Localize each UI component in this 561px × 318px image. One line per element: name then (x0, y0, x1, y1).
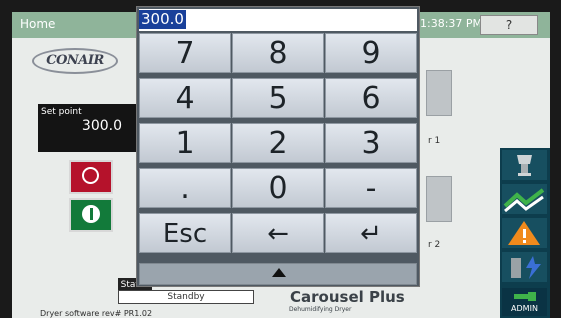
numeric-keypad: 300.0 7 8 9 4 5 6 1 2 3 . 0 - Esc ← ↵ (136, 6, 420, 287)
dryer-bed-1-label: r 1 (428, 136, 441, 146)
trend-button[interactable] (502, 184, 547, 214)
enter-button[interactable]: ↵ (325, 213, 417, 253)
product-subtitle: Dehumidifying Dryer (289, 306, 352, 313)
dryer-bed-2-icon (426, 176, 452, 222)
trend-icon (503, 188, 545, 213)
warning-icon (508, 221, 540, 245)
keypad-toggle-bar[interactable] (139, 263, 417, 285)
chevron-up-icon (272, 268, 286, 277)
maintenance-button[interactable] (502, 252, 547, 282)
backspace-button[interactable]: ← (232, 213, 324, 253)
escape-button[interactable]: Esc (139, 213, 231, 253)
keypad-display-value: 300.0 (139, 10, 186, 29)
key-3[interactable]: 3 (325, 123, 417, 163)
stop-icon (82, 167, 99, 184)
product-name: Carousel Plus (290, 288, 405, 306)
key-1[interactable]: 1 (139, 123, 231, 163)
setpoint-label: Set point (41, 107, 82, 117)
key-5[interactable]: 5 (232, 78, 324, 118)
dryer-bed-1-icon (426, 70, 452, 116)
hopper-button[interactable] (502, 150, 547, 180)
key-9[interactable]: 9 (325, 33, 417, 73)
start-icon-bar (90, 208, 93, 220)
right-sidebar: ADMIN (500, 148, 550, 318)
stop-button[interactable] (69, 160, 113, 194)
clock: 1:38:37 PM (420, 17, 483, 30)
maintenance-icon (511, 256, 541, 279)
admin-button[interactable]: ADMIN (502, 288, 547, 316)
setpoint-value: 300.0 (81, 118, 122, 134)
company-logo: CONAIR (32, 48, 118, 74)
admin-label: ADMIN (511, 304, 538, 313)
key-4[interactable]: 4 (139, 78, 231, 118)
key-decimal[interactable]: . (139, 168, 231, 208)
key-8[interactable]: 8 (232, 33, 324, 73)
hopper-icon (517, 155, 532, 176)
key-7[interactable]: 7 (139, 33, 231, 73)
keypad-display[interactable]: 300.0 (139, 9, 417, 31)
home-button[interactable]: Home (20, 17, 55, 31)
dryer-bed-2-label: r 2 (428, 240, 441, 250)
key-0[interactable]: 0 (232, 168, 324, 208)
status-value: Standby (118, 290, 254, 304)
key-6[interactable]: 6 (325, 78, 417, 118)
software-revision: Dryer software rev# PR1.02 (40, 309, 153, 318)
key-minus[interactable]: - (325, 168, 417, 208)
setpoint-display[interactable]: Set point 300.0 °F (38, 104, 152, 152)
start-button[interactable] (69, 198, 113, 232)
key-icon (514, 292, 536, 301)
help-button[interactable]: ? (480, 15, 538, 35)
key-2[interactable]: 2 (232, 123, 324, 163)
alarm-button[interactable] (502, 218, 547, 248)
